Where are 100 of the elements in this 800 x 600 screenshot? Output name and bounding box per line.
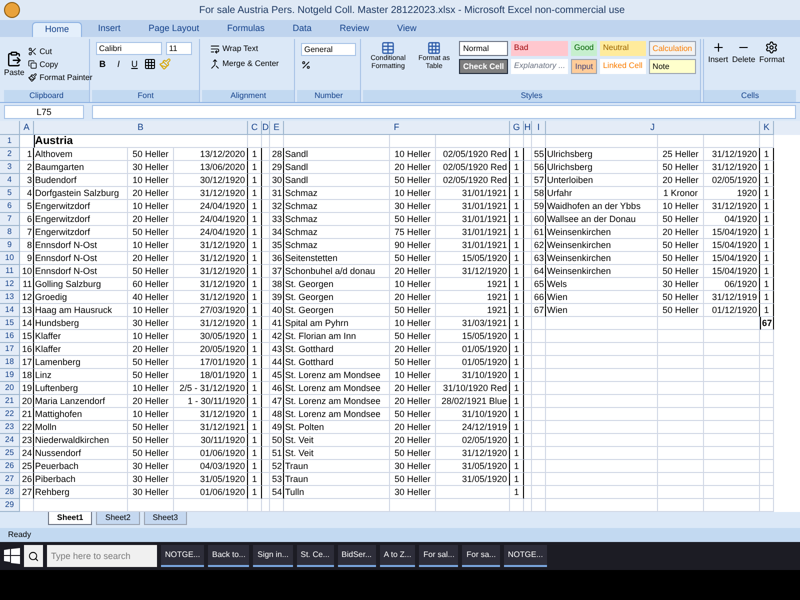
border-icon[interactable]: [144, 58, 156, 70]
column-header[interactable]: A: [23, 122, 30, 132]
entry-number: 25: [22, 461, 32, 471]
ribbon-tab[interactable]: Review: [328, 22, 382, 37]
date-text: 20/05/1920: [200, 344, 245, 354]
clipboard-button[interactable]: Copy: [28, 58, 92, 70]
amount-text: 50 Heller: [662, 292, 699, 302]
cell-style[interactable]: Normal: [459, 41, 508, 56]
taskbar-app[interactable]: NOTGE...: [504, 545, 547, 567]
number-format-field[interactable]: General: [301, 43, 356, 56]
place-name: Schmaz: [285, 188, 318, 198]
search-field[interactable]: Type here to search: [47, 545, 157, 567]
entry-number: 60: [534, 214, 544, 224]
empty-cell: [760, 434, 774, 447]
entry-number: 20: [22, 396, 32, 406]
count-text: 1: [514, 149, 519, 159]
row-header[interactable]: 8: [7, 227, 12, 236]
taskbar-app[interactable]: For sa...: [462, 545, 500, 567]
office-button[interactable]: [4, 2, 20, 18]
column-header[interactable]: E: [273, 122, 280, 132]
row-header[interactable]: 9: [7, 240, 12, 249]
sheet-tab[interactable]: Sheet3: [144, 512, 187, 525]
row-header[interactable]: 5: [7, 188, 12, 197]
column-header[interactable]: H: [524, 122, 531, 132]
formula-input[interactable]: [92, 105, 796, 119]
entry-number: 48: [272, 409, 282, 419]
cell-style[interactable]: Input: [571, 59, 597, 74]
sheet-tab[interactable]: Sheet2: [96, 512, 140, 525]
ribbon-tab[interactable]: Page Layout: [136, 22, 212, 37]
row-header[interactable]: 1: [7, 136, 12, 145]
font-size-field[interactable]: 11: [166, 42, 192, 55]
entry-number: 42: [272, 331, 282, 341]
entry-number: 27: [22, 487, 32, 497]
cell-style[interactable]: Good: [571, 41, 597, 56]
column-header[interactable]: I: [537, 122, 540, 132]
row-header[interactable]: 7: [7, 214, 12, 223]
count-text: 1: [252, 188, 257, 198]
ribbon-tab[interactable]: Home: [32, 22, 82, 37]
sheet-tab[interactable]: Sheet1: [48, 512, 92, 525]
count-text: 1: [514, 344, 519, 354]
taskbar-app[interactable]: A to Z...: [380, 545, 416, 567]
alignment-button[interactable]: Merge & Center: [210, 58, 294, 70]
date-text: 02/05/1920: [462, 435, 507, 445]
ribbon-tab[interactable]: Data: [280, 22, 324, 37]
column-header[interactable]: B: [137, 122, 144, 132]
ribbon-tab[interactable]: View: [385, 22, 428, 37]
count-text: 1: [514, 396, 519, 406]
taskbar-app[interactable]: NOTGE...: [161, 545, 204, 567]
empty-cell: [532, 369, 546, 382]
cells-button[interactable]: Insert: [708, 41, 728, 90]
name-box[interactable]: L75: [4, 105, 84, 119]
cell-style[interactable]: Explanatory ...: [511, 59, 568, 74]
empty-cell: [532, 343, 546, 356]
row-header[interactable]: 6: [7, 201, 12, 210]
font-name-field[interactable]: Calibri: [96, 42, 162, 55]
entry-number: 65: [534, 279, 544, 289]
fill-color-icon[interactable]: [159, 58, 171, 70]
column-header[interactable]: C: [251, 122, 258, 132]
empty-cell: [704, 369, 760, 382]
date-text: 31/12/1921: [200, 422, 245, 432]
column-header[interactable]: G: [512, 122, 520, 132]
column-header[interactable]: D: [262, 122, 269, 132]
entry-number: 6: [26, 214, 32, 224]
taskbar-app[interactable]: For sal...: [419, 545, 458, 567]
cells-button[interactable]: Format: [759, 41, 785, 90]
cells-button[interactable]: Delete: [732, 41, 756, 90]
cell-style[interactable]: Neutral: [600, 41, 646, 56]
cell-style[interactable]: Bad: [511, 41, 568, 56]
underline-button[interactable]: U: [128, 58, 141, 71]
paste-button[interactable]: Paste: [4, 39, 24, 90]
clipboard-button[interactable]: Cut: [28, 46, 92, 58]
taskbar-app[interactable]: Sign in...: [253, 545, 293, 567]
count-text: 1: [514, 383, 519, 393]
ribbon-tab[interactable]: Formulas: [215, 22, 277, 37]
taskbar-app[interactable]: Back to...: [208, 545, 250, 567]
amount-text: 20 Heller: [132, 396, 169, 406]
column-header[interactable]: F: [394, 122, 400, 132]
column-header[interactable]: K: [763, 122, 770, 132]
alignment-button[interactable]: Wrap Text: [210, 43, 294, 55]
clipboard-button[interactable]: Format Painter: [28, 72, 92, 84]
italic-button[interactable]: I: [112, 58, 125, 71]
bold-button[interactable]: B: [96, 58, 109, 71]
date-text: 02/05/1920 Red: [442, 149, 507, 159]
windows-logo-icon[interactable]: [4, 548, 20, 564]
empty-cell: [658, 421, 704, 434]
row-header[interactable]: 3: [7, 162, 12, 171]
count-text: 1: [252, 162, 257, 172]
taskbar-app[interactable]: BidSer...: [338, 545, 376, 567]
ribbon-tab[interactable]: Insert: [86, 22, 133, 37]
count-text: 1: [252, 461, 257, 471]
cell-style[interactable]: Note: [648, 59, 696, 74]
row-header[interactable]: 2: [7, 149, 12, 158]
empty-cell: [658, 447, 704, 460]
row-header[interactable]: 4: [7, 175, 12, 184]
cell-style[interactable]: Check Cell: [459, 59, 508, 74]
count-text: 1: [514, 279, 519, 289]
count-text: 1: [764, 292, 769, 302]
column-header[interactable]: J: [650, 122, 655, 132]
percent-icon[interactable]: [301, 60, 312, 70]
taskbar-app[interactable]: St. Ce...: [296, 545, 334, 567]
